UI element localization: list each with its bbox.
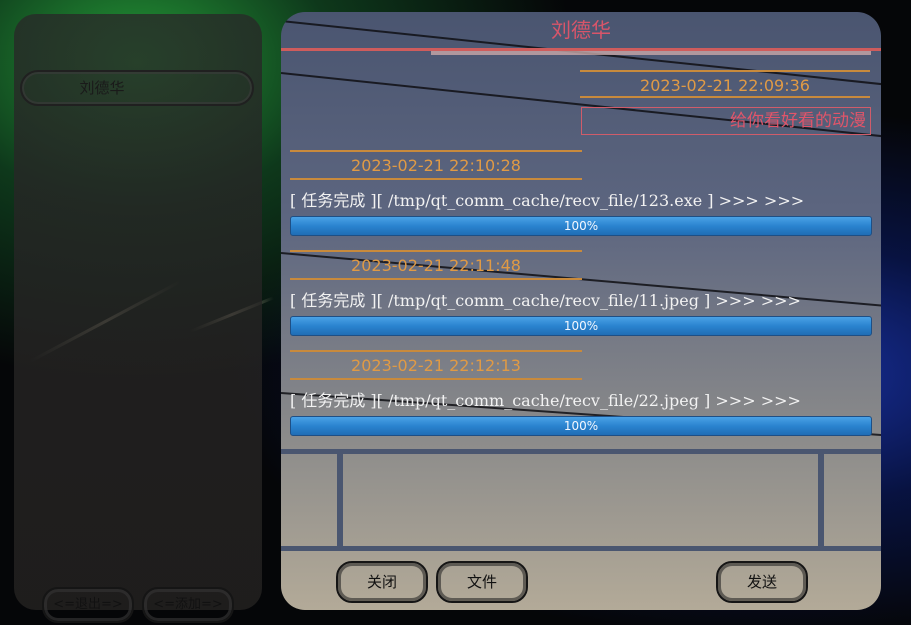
message-timestamp: 2023-02-21 22:11:48: [290, 250, 582, 280]
sent-message: 给你看好看的动漫: [581, 107, 871, 135]
message-timestamp: 2023-02-21 22:10:28: [290, 150, 582, 180]
contact-name: 刘德华: [79, 79, 125, 97]
chat-title: 刘德华: [281, 12, 881, 51]
file-progress-bar: 100%: [290, 216, 872, 236]
chat-window: 刘德华 2023-02-21 22:09:36 给你看好看的动漫 2023-02…: [281, 12, 881, 610]
file-transfer-status: [ 任务完成 ][ /tmp/qt_comm_cache/recv_file/1…: [290, 191, 805, 210]
message-input[interactable]: [343, 454, 818, 546]
file-transfer-status: [ 任务完成 ][ /tmp/qt_comm_cache/recv_file/2…: [290, 391, 801, 410]
message-input-area: [281, 449, 881, 551]
file-progress-bar: 100%: [290, 416, 872, 436]
progress-label: 100%: [563, 219, 599, 233]
message-timestamp: 2023-02-21 22:09:36: [580, 70, 870, 98]
progress-label: 100%: [563, 419, 599, 433]
contact-item[interactable]: 刘德华: [20, 70, 254, 106]
input-divider: [818, 454, 824, 546]
file-progress-bar: 100%: [290, 316, 872, 336]
add-button[interactable]: <=添加=>: [142, 587, 234, 623]
file-transfer-status: [ 任务完成 ][ /tmp/qt_comm_cache/recv_file/1…: [290, 291, 801, 310]
contact-sidebar: 刘德华 <=退出=> <=添加=>: [14, 14, 262, 623]
file-button[interactable]: 文件: [436, 561, 528, 603]
exit-button[interactable]: <=退出=>: [42, 587, 134, 623]
send-button[interactable]: 发送: [716, 561, 808, 603]
progress-label: 100%: [563, 319, 599, 333]
message-timestamp: 2023-02-21 22:12:13: [290, 350, 582, 380]
header-strip: [431, 51, 871, 55]
close-button[interactable]: 关闭: [336, 561, 428, 603]
